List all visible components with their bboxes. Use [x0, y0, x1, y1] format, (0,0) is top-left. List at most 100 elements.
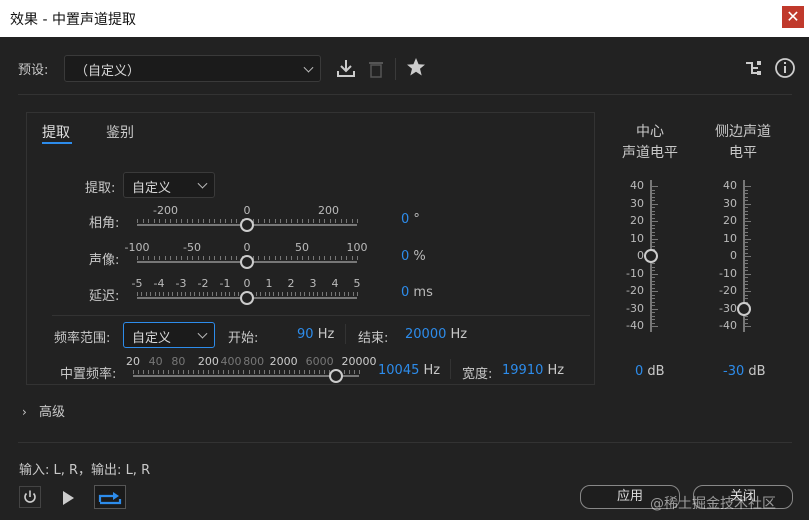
- tick-mark: [324, 256, 325, 260]
- tick-mark: [220, 292, 222, 296]
- tick-mark: [238, 370, 240, 374]
- end-field[interactable]: 20000 Hz: [405, 327, 467, 342]
- tick-mark: [274, 219, 276, 223]
- tick-mark: [238, 292, 240, 296]
- tick-mark: [745, 259, 748, 261]
- tick-mark: [304, 292, 306, 296]
- tick-mark: [330, 292, 332, 296]
- phase-value[interactable]: 0 °: [401, 212, 420, 227]
- tick-mark: [745, 214, 748, 215]
- tick-mark: [216, 292, 218, 296]
- tick-mark: [324, 219, 325, 223]
- divider: [450, 359, 451, 379]
- slider-thumb[interactable]: [240, 291, 254, 305]
- tick-mark: [652, 280, 655, 282]
- meter-scale-label: 20: [723, 214, 737, 227]
- tick-mark: [745, 189, 748, 191]
- slider-thumb[interactable]: [240, 255, 254, 269]
- start-unit: Hz: [317, 327, 335, 342]
- routing-icon[interactable]: [744, 58, 764, 78]
- loop-icon[interactable]: [94, 485, 126, 509]
- tick-mark: [652, 305, 655, 306]
- delete-preset-icon[interactable]: [366, 57, 386, 79]
- side-level-value[interactable]: -30 dB: [723, 364, 766, 379]
- meter-thumb[interactable]: [737, 301, 751, 316]
- start-field[interactable]: 90 Hz: [297, 327, 334, 342]
- tick-mark: [313, 219, 314, 223]
- tick-mark: [745, 266, 748, 268]
- preset-dropdown[interactable]: （自定义）: [64, 55, 321, 82]
- tick-label: -200: [153, 204, 178, 217]
- info-icon[interactable]: [774, 57, 796, 79]
- title-bar: 效果 - 中置声道提取 ✕: [0, 0, 809, 37]
- center-level-slider[interactable]: 40 30 20 10 0 -10 -20 -30 -40: [620, 178, 680, 343]
- close-icon[interactable]: ✕: [782, 6, 804, 28]
- side-level-number: -30: [723, 364, 745, 379]
- tick-mark: [335, 292, 336, 296]
- tick-mark: [652, 210, 655, 212]
- play-icon[interactable]: [58, 488, 78, 508]
- center-freq-value[interactable]: 10045 Hz: [378, 363, 440, 378]
- advanced-label: 高级: [38, 405, 65, 420]
- tick-mark: [313, 292, 314, 296]
- phase-slider[interactable]: -200 0 200: [137, 204, 358, 234]
- tick-mark: [153, 219, 155, 223]
- tick-mark: [745, 256, 751, 257]
- center-meter-title: 中心 声道电平: [620, 122, 680, 164]
- tick-mark: [745, 326, 751, 327]
- tick-mark: [652, 263, 655, 264]
- width-field[interactable]: 19910 Hz: [502, 363, 564, 378]
- tick-mark: [745, 277, 748, 278]
- divider: [18, 94, 792, 95]
- tick-mark: [260, 292, 262, 296]
- tick-mark: [318, 370, 320, 374]
- tick-mark: [192, 219, 193, 223]
- tick-mark: [652, 273, 658, 275]
- tick-mark: [745, 291, 751, 292]
- tick-mark: [225, 292, 226, 296]
- extract-dropdown[interactable]: 自定义: [123, 172, 215, 198]
- tick-mark: [159, 256, 160, 260]
- tick-mark: [181, 292, 182, 296]
- tick-mark: [280, 219, 281, 223]
- io-label: 输入: L, R，输出: L, R: [19, 463, 151, 478]
- slider-thumb[interactable]: [240, 218, 254, 232]
- tick-mark: [277, 292, 279, 296]
- tick-mark: [745, 280, 748, 282]
- side-level-slider[interactable]: 40 30 20 10 0 -10 -20 -30 -40: [713, 178, 773, 343]
- pan-value[interactable]: 0 %: [401, 249, 426, 264]
- save-preset-icon[interactable]: [335, 57, 357, 79]
- advanced-toggle[interactable]: › 高级: [22, 401, 65, 420]
- tick-mark: [652, 266, 655, 268]
- tick-mark: [745, 273, 751, 275]
- delay-value[interactable]: 0 ms: [401, 285, 433, 300]
- tick-mark: [219, 256, 221, 260]
- tick-mark: [164, 219, 166, 223]
- tab-extract[interactable]: 提取: [42, 122, 70, 142]
- end-unit: Hz: [450, 327, 468, 342]
- tick-mark: [137, 219, 138, 223]
- meter-thumb[interactable]: [644, 249, 658, 263]
- pan-slider[interactable]: -100 -50 0 50 100: [125, 241, 368, 271]
- tick-mark: [198, 292, 200, 296]
- power-icon[interactable]: [19, 486, 41, 508]
- tick-mark: [159, 219, 160, 223]
- slider-thumb[interactable]: [329, 369, 344, 383]
- tick-mark: [263, 256, 265, 260]
- tick-mark: [313, 256, 314, 260]
- delay-slider[interactable]: -5 -4 -3 -2 -1 0 1 2 3 4 5: [132, 277, 361, 307]
- freq-range-dropdown[interactable]: 自定义: [123, 322, 215, 348]
- tick-mark: [186, 219, 188, 223]
- tab-discriminate[interactable]: 鉴别: [106, 122, 134, 142]
- tick-mark: [236, 219, 237, 223]
- center-freq-slider[interactable]: 20 40 80 200 400 800 2000 6000 20000: [126, 355, 377, 385]
- center-level-value[interactable]: 0 dB: [635, 364, 665, 379]
- tick-mark: [230, 256, 232, 260]
- tick-mark: [348, 370, 350, 374]
- favorite-star-icon[interactable]: [405, 56, 427, 78]
- tick-mark: [188, 370, 190, 374]
- tick-mark: [158, 370, 160, 374]
- tick-mark: [142, 256, 144, 260]
- tick-mark: [303, 370, 305, 374]
- chevron-right-icon: ›: [22, 405, 27, 419]
